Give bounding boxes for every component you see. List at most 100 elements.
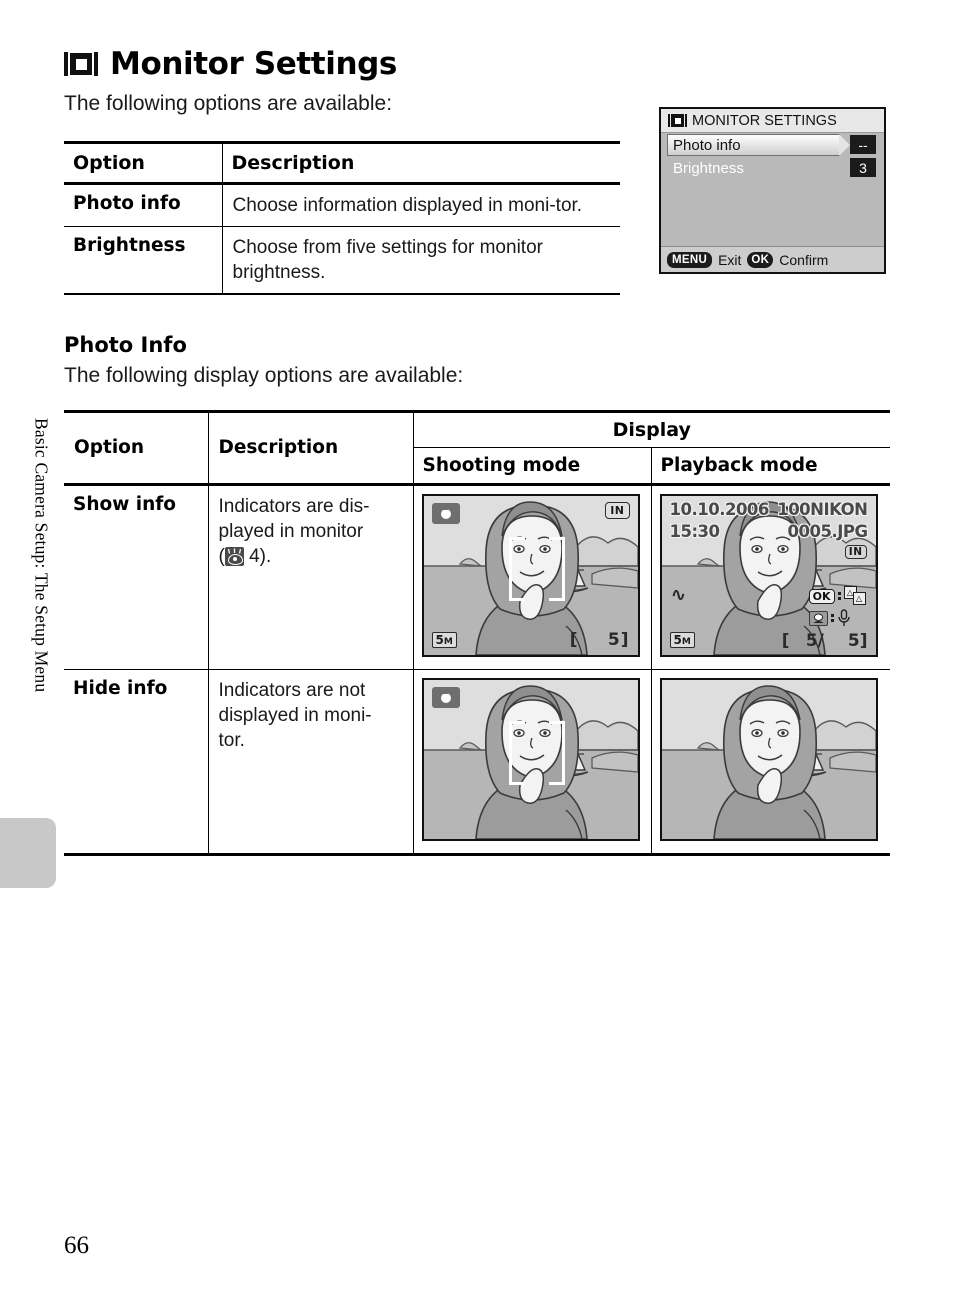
shooting-mode-preview-cell <box>413 669 652 856</box>
sidebar-chapter-label: Basic Camera Setup: The Setup Menu <box>24 418 58 818</box>
option-description: Choose information displayed in moni-tor… <box>222 183 620 228</box>
table-row-hide-info: Hide info Indicators are not displayed i… <box>64 669 890 856</box>
table-row: Photo info Choose information displayed … <box>64 183 620 228</box>
capture-time: 15:30 <box>669 522 721 541</box>
ok-crop-row: OK △ △ <box>808 586 868 606</box>
crop-resize-icons: △ △ <box>843 586 868 606</box>
camera-menu-item-label: Brightness <box>673 159 744 177</box>
description-paren-open: ( <box>218 546 225 568</box>
af-focus-brackets <box>485 537 577 602</box>
reference-eye-icon <box>224 547 244 567</box>
camera-display-playback-show-info: 10.10.2006 15:30 100NIKON 0005.JPG IN ∿ … <box>659 494 878 657</box>
camera-menu-screenshot: MONITOR SETTINGS Photo info -- Brightnes… <box>659 107 886 274</box>
page-number: 66 <box>64 1232 89 1259</box>
camera-menu-item-label: Photo info <box>673 136 741 154</box>
frame-total: 5] <box>847 631 868 651</box>
camera-lens <box>440 508 451 519</box>
ok-confirm-label: Confirm <box>779 251 829 268</box>
camera-menu-item-value: -- <box>850 135 876 154</box>
small-picture-icon: △ <box>852 592 866 605</box>
header-playback-mode: Playback mode <box>651 447 890 486</box>
internal-memory-icon: IN <box>605 502 630 519</box>
camera-display-shooting-show-info: IN 5M [ 5] <box>421 494 640 657</box>
scene-illustration <box>661 680 876 839</box>
option-name: Hide info <box>64 669 209 856</box>
playback-mode-preview-cell <box>651 669 890 856</box>
description-line-1: Indicators are dis- <box>218 496 370 517</box>
ok-button-icon: OK <box>808 588 835 604</box>
folder-name: 100NIKON <box>777 500 868 519</box>
dlighting-voice-row <box>808 609 868 627</box>
table-header-row: Option Description <box>64 141 620 185</box>
guide-dots <box>837 592 841 600</box>
intro-paragraph-1: The following options are available: <box>64 92 393 115</box>
d-lighting-icon: ∿ <box>670 584 687 606</box>
camera-menu-item-brightness[interactable]: Brightness 3 <box>667 157 876 179</box>
camera-hump <box>439 689 449 694</box>
table-row: Brightness Choose from five settings for… <box>64 226 620 296</box>
header-description: Description <box>218 437 339 458</box>
description-line-3: tor. <box>218 730 245 752</box>
image-size-badge: 5M <box>431 632 457 648</box>
option-name: Brightness <box>64 226 223 296</box>
sidebar-chapter-tab <box>0 818 56 888</box>
monitor-icon <box>668 114 687 127</box>
camera-menu-item-photo-info[interactable]: Photo info -- <box>667 134 876 156</box>
camera-display-shooting-hide-info <box>421 678 640 841</box>
ok-button-badge: OK <box>747 251 774 268</box>
frame-counter: 5/ 5] <box>806 631 868 651</box>
microphone-icon <box>837 609 851 627</box>
image-size-value: 5 <box>673 633 682 647</box>
display-options-table: Option Description Display Shooting mode… <box>64 410 890 856</box>
intro-paragraph-2: The following display options are availa… <box>64 364 464 387</box>
page-title: Monitor Settings <box>110 46 397 82</box>
af-focus-brackets <box>485 721 577 786</box>
frames-remaining: 5] <box>607 630 630 650</box>
camera-display-playback-hide-info <box>659 678 878 841</box>
option-name: Photo info <box>64 183 223 228</box>
camera-menu-footer: MENU Exit OK Confirm <box>661 246 884 272</box>
camera-menu-item-value: 3 <box>850 158 876 177</box>
playback-action-guide: OK △ △ <box>808 586 868 627</box>
section-heading: Photo Info <box>64 333 187 357</box>
header-description-cell: Description <box>208 410 414 486</box>
playback-mode-preview-cell: 10.10.2006 15:30 100NIKON 0005.JPG IN ∿ … <box>651 484 890 670</box>
camera-menu-titlebar: MONITOR SETTINGS <box>661 109 884 133</box>
header-shooting-mode: Shooting mode <box>413 447 652 486</box>
image-size-badge: 5M <box>669 632 695 648</box>
description-line-2: played in monitor <box>218 521 364 543</box>
camera-icon <box>431 503 460 524</box>
header-description: Description <box>222 141 620 185</box>
frame-current: 5/ <box>805 631 824 651</box>
capture-date: 10.10.2006 <box>669 500 770 519</box>
face-glyph <box>813 613 824 623</box>
page-title-row: Monitor Settings <box>64 46 397 82</box>
image-size-unit: M <box>681 637 691 647</box>
image-size-value: 5 <box>435 633 444 647</box>
option-description: Indicators are dis- played in monitor ( … <box>208 484 414 670</box>
guide-dots <box>830 614 834 622</box>
description-line-2: displayed in moni- <box>218 705 372 727</box>
table-row-show-info: Show info Indicators are dis- played in … <box>64 484 890 670</box>
menu-exit-label: Exit <box>718 251 742 268</box>
header-option-cell: Option <box>64 410 209 486</box>
camera-lens <box>440 692 451 703</box>
option-name: Show info <box>64 484 209 670</box>
header-option: Option <box>64 141 223 185</box>
mic-glyph <box>837 609 850 626</box>
internal-memory-icon: IN <box>844 545 867 559</box>
file-name: 0005.JPG <box>787 522 868 541</box>
option-description: Choose from five settings for monitor br… <box>222 226 620 296</box>
monitor-icon <box>64 51 98 77</box>
eyelash-strokes <box>227 548 241 554</box>
header-option: Option <box>74 437 145 458</box>
description-page-ref: 4). <box>243 546 272 568</box>
camera-hump <box>439 505 449 510</box>
options-table: Option Description Photo info Choose inf… <box>64 141 620 296</box>
frames-bracket-icon: [ <box>569 630 578 650</box>
shooting-mode-preview-cell: IN 5M [ 5] <box>413 484 652 670</box>
menu-button-badge: MENU <box>667 251 713 268</box>
table-header-row-top: Option Description Display <box>64 410 890 486</box>
header-display: Display <box>413 410 890 448</box>
option-description: Indicators are not displayed in moni- to… <box>208 669 414 856</box>
